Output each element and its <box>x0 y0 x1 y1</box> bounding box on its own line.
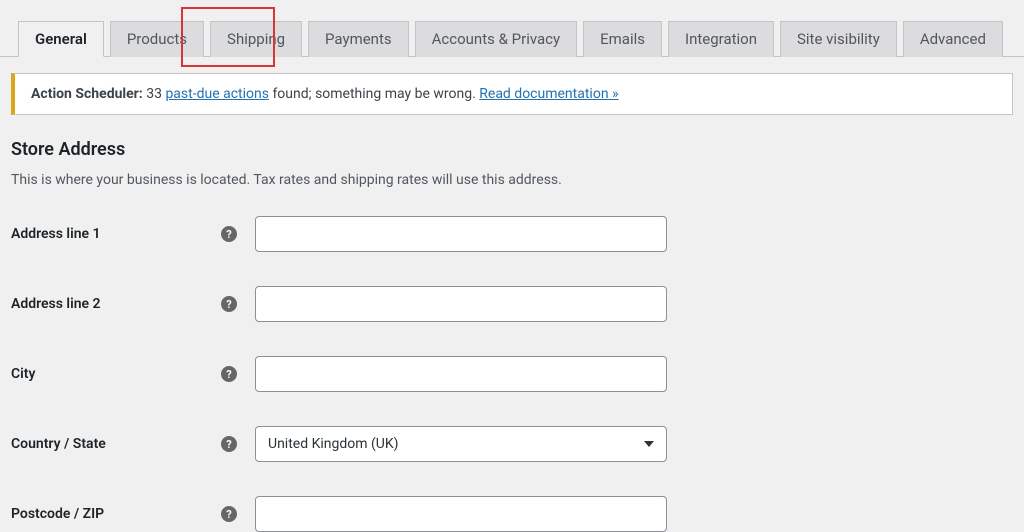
select-country[interactable]: United Kingdom (UK) <box>255 426 667 462</box>
row-postcode: Postcode / ZIP ? <box>11 496 1013 532</box>
row-address2: Address line 2 ? <box>11 286 1013 322</box>
row-address1: Address line 1 ? <box>11 216 1013 252</box>
help-icon[interactable]: ? <box>221 296 237 312</box>
section-description: This is where your business is located. … <box>11 172 1013 188</box>
settings-tabs: General Products Shipping Payments Accou… <box>0 0 1024 57</box>
help-icon[interactable]: ? <box>221 436 237 452</box>
input-city[interactable] <box>255 356 667 392</box>
settings-content: Store Address This is where your busines… <box>0 115 1024 532</box>
label-postcode: Postcode / ZIP <box>11 506 221 522</box>
tab-general[interactable]: General <box>18 21 104 57</box>
action-scheduler-notice: Action Scheduler: 33 past-due actions fo… <box>11 73 1013 115</box>
section-title: Store Address <box>11 139 1013 160</box>
tab-products[interactable]: Products <box>110 21 204 57</box>
tab-shipping[interactable]: Shipping <box>210 21 302 57</box>
tab-integration[interactable]: Integration <box>668 21 774 57</box>
tab-advanced[interactable]: Advanced <box>903 21 1003 57</box>
tab-site-visibility[interactable]: Site visibility <box>780 21 897 57</box>
label-city: City <box>11 366 221 382</box>
tab-payments[interactable]: Payments <box>308 21 409 57</box>
help-icon[interactable]: ? <box>221 226 237 242</box>
help-icon[interactable]: ? <box>221 506 237 522</box>
help-icon[interactable]: ? <box>221 366 237 382</box>
label-address1: Address line 1 <box>11 226 221 242</box>
chevron-down-icon <box>644 441 654 447</box>
input-address1[interactable] <box>255 216 667 252</box>
input-postcode[interactable] <box>255 496 667 532</box>
label-address2: Address line 2 <box>11 296 221 312</box>
label-country: Country / State <box>11 436 221 452</box>
input-address2[interactable] <box>255 286 667 322</box>
row-country: Country / State ? United Kingdom (UK) <box>11 426 1013 462</box>
tab-emails[interactable]: Emails <box>583 21 662 57</box>
select-country-value: United Kingdom (UK) <box>268 436 399 452</box>
notice-link-past-due[interactable]: past-due actions <box>165 86 269 102</box>
tab-accounts-privacy[interactable]: Accounts & Privacy <box>415 21 577 57</box>
notice-link-docs[interactable]: Read documentation » <box>479 86 618 102</box>
row-city: City ? <box>11 356 1013 392</box>
